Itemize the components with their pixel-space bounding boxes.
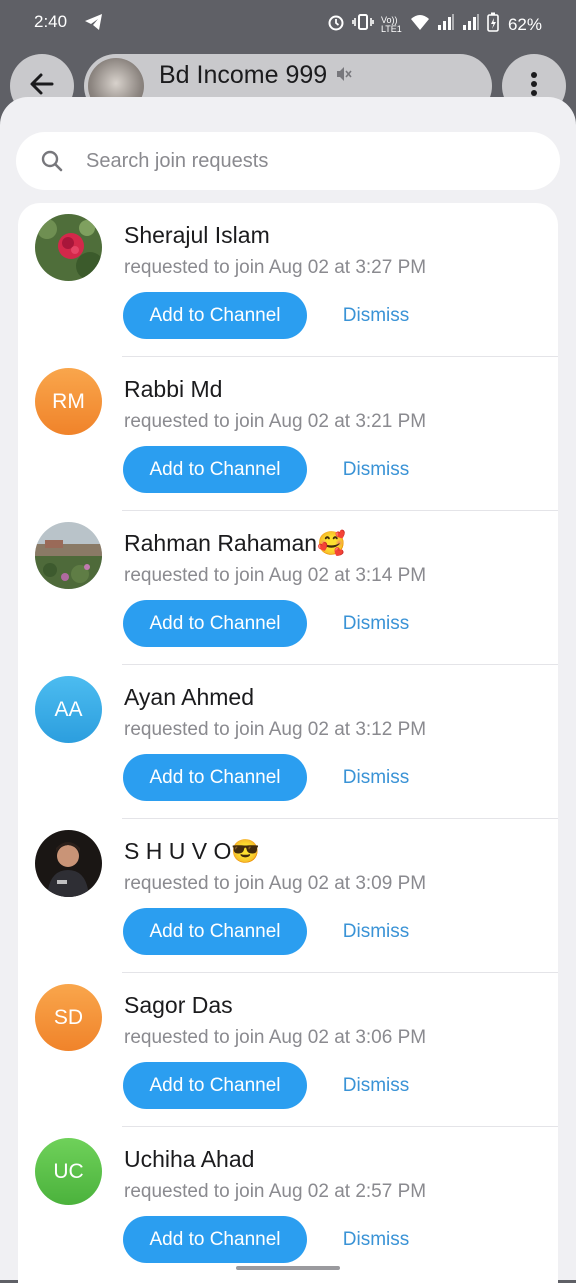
avatar-initials: RM: [52, 389, 85, 413]
dismiss-button[interactable]: Dismiss: [328, 446, 424, 493]
user-name: Uchiha Ahad: [124, 1146, 255, 1172]
avatar: UC: [35, 1138, 102, 1205]
request-item: S H U V O😎 requested to join Aug 02 at 3…: [18, 819, 558, 973]
add-to-channel-button[interactable]: Add to Channel: [123, 754, 307, 801]
battery-icon: [487, 12, 499, 37]
avatar: [35, 214, 102, 281]
search-bar[interactable]: [16, 132, 560, 190]
dismiss-button[interactable]: Dismiss: [328, 908, 424, 955]
battery-percent: 62%: [507, 14, 542, 34]
avatar-initials: UC: [53, 1159, 84, 1183]
avatar-initials: SD: [53, 1005, 84, 1029]
request-time: requested to join Aug 02 at 3:12 PM: [124, 719, 427, 740]
channel-title: Bd Income 999: [159, 61, 353, 90]
request-item: Rahman Rahaman🥰 requested to join Aug 02…: [18, 511, 558, 665]
home-indicator[interactable]: [236, 1266, 340, 1270]
request-item: Sherajul Islam requested to join Aug 02 …: [18, 203, 558, 357]
request-item: RM Rabbi Md requested to join Aug 02 at …: [18, 357, 558, 511]
signal-icon: [437, 13, 455, 36]
add-to-channel-button[interactable]: Add to Channel: [123, 908, 307, 955]
avatar: AA: [35, 676, 102, 743]
alarm-icon: [327, 13, 345, 36]
avatar-initials: AA: [54, 697, 83, 721]
avatar: [35, 522, 102, 589]
search-input[interactable]: [86, 132, 526, 190]
request-time: requested to join Aug 02 at 3:21 PM: [124, 411, 427, 432]
signal-icon-2: [462, 13, 480, 36]
dismiss-button[interactable]: Dismiss: [328, 1062, 424, 1109]
dismiss-button[interactable]: Dismiss: [328, 1216, 424, 1263]
request-item: UC Uchiha Ahad requested to join Aug 02 …: [18, 1127, 558, 1281]
add-to-channel-button[interactable]: Add to Channel: [123, 600, 307, 647]
avatar: SD: [35, 984, 102, 1051]
user-name: S H U V O😎: [124, 838, 260, 864]
add-to-channel-button[interactable]: Add to Channel: [123, 446, 307, 493]
user-name: Sagor Das: [124, 992, 233, 1018]
muted-speaker-icon: [335, 61, 353, 90]
channel-name: Bd Income 999: [159, 61, 328, 89]
request-time: requested to join Aug 02 at 3:06 PM: [124, 1027, 427, 1048]
add-to-channel-button[interactable]: Add to Channel: [123, 292, 307, 339]
dismiss-button[interactable]: Dismiss: [328, 292, 424, 339]
request-time: requested to join Aug 02 at 3:09 PM: [124, 873, 427, 894]
request-time: requested to join Aug 02 at 2:57 PM: [124, 1181, 427, 1202]
vibrate-icon: [352, 13, 374, 36]
request-item: AA Ayan Ahmed requested to join Aug 02 a…: [18, 665, 558, 819]
avatar: RM: [35, 368, 102, 435]
avatar: [35, 830, 102, 897]
request-item: SD Sagor Das requested to join Aug 02 at…: [18, 973, 558, 1127]
wifi-icon: [410, 13, 430, 36]
dismiss-button[interactable]: Dismiss: [328, 754, 424, 801]
status-bar: 2:40 Vo)) LTE1 62%: [0, 0, 576, 46]
user-name: Ayan Ahmed: [124, 684, 255, 710]
status-icons: Vo)) LTE1 62%: [327, 12, 542, 37]
requests-list: Sherajul Islam requested to join Aug 02 …: [18, 203, 558, 1283]
user-name: Rabbi Md: [124, 376, 223, 402]
add-to-channel-button[interactable]: Add to Channel: [123, 1062, 307, 1109]
join-requests-sheet: Sherajul Islam requested to join Aug 02 …: [0, 97, 576, 1283]
user-name: Rahman Rahaman🥰: [124, 530, 346, 556]
add-to-channel-button[interactable]: Add to Channel: [123, 1216, 307, 1263]
search-icon: [40, 149, 64, 178]
dismiss-button[interactable]: Dismiss: [328, 600, 424, 647]
request-time: requested to join Aug 02 at 3:14 PM: [124, 565, 427, 586]
user-name: Sherajul Islam: [124, 222, 270, 248]
telegram-icon: [84, 13, 104, 36]
status-time: 2:40: [34, 12, 68, 31]
request-time: requested to join Aug 02 at 3:27 PM: [124, 257, 427, 278]
network-label: Vo)) LTE1: [380, 14, 402, 34]
